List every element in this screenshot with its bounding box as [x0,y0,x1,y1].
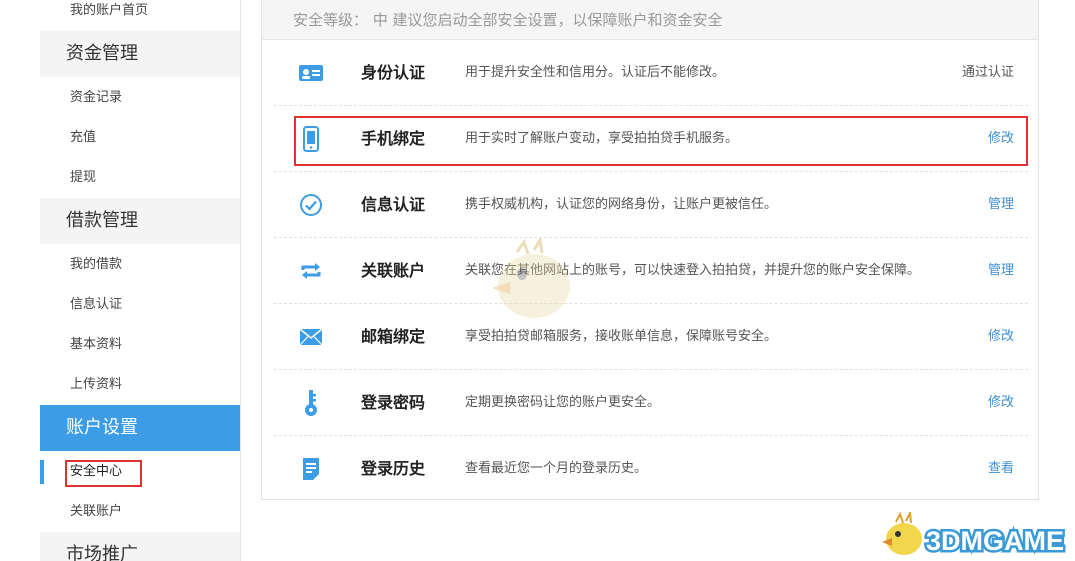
highlight-box-mobile-row [294,116,1028,166]
sidebar-group-account-settings[interactable]: 账户设置 [40,405,240,451]
envelope-icon [298,324,324,350]
sidebar-item-my-loans[interactable]: 我的借款 [40,255,240,275]
sync-arrows-icon [298,258,324,284]
watermark-bird-icon [482,235,582,328]
security-row-login-history: 登录历史 查看最近您一个月的登录历史。 查看 [274,436,1028,502]
sidebar: 我的账户首页 资金管理 资金记录 充值 提现 借款管理 我的借款 信息认证 基本… [40,0,241,561]
security-panel: 安全等级： 中 建议您启动全部安全设置，以保障账户和资金安全 身份认证 用于提升… [261,0,1039,500]
security-row-email: 邮箱绑定 享受拍拍贷邮箱服务，接收账单信息，保障账号安全。 修改 [274,304,1028,370]
sidebar-item-fund-records[interactable]: 资金记录 [40,88,240,108]
security-row-identity: 身份认证 用于提升安全性和信用分。认证后不能修改。 通过认证 [274,40,1028,106]
sidebar-item-account-home[interactable]: 我的账户首页 [40,1,240,21]
security-row-password: 登录密码 定期更换密码让您的账户更安全。 修改 [274,370,1028,436]
document-icon [298,456,324,482]
row-name: 登录密码 [361,393,426,412]
watermark-logo: 3DMGAME [880,509,1070,559]
row-name: 身份认证 [361,63,426,82]
sidebar-item-info-verify[interactable]: 信息认证 [40,295,240,315]
linked-accounts-manage-link[interactable]: 管理 [988,238,1014,304]
row-name: 信息认证 [361,195,426,214]
sidebar-item-basic-info[interactable]: 基本资料 [40,335,240,355]
sidebar-item-upload-info[interactable]: 上传资料 [40,375,240,395]
row-description: 用于提升安全性和信用分。认证后不能修改。 [465,65,726,80]
security-row-info-verify: 信息认证 携手权威机构，认证您的网络身份，让账户更被信任。 管理 [274,172,1028,238]
sidebar-group-funds[interactable]: 资金管理 [40,31,240,77]
sidebar-item-withdraw[interactable]: 提现 [40,168,240,188]
key-icon [298,390,324,416]
row-name: 邮箱绑定 [361,327,426,346]
row-description: 定期更换密码让您的账户更安全。 [465,395,661,410]
row-name: 登录历史 [361,459,426,478]
login-history-view-link[interactable]: 查看 [988,436,1014,502]
sidebar-item-linked-accounts[interactable]: 关联账户 [40,502,240,522]
row-name: 关联账户 [361,261,426,280]
security-level-bar: 安全等级： 中 建议您启动全部安全设置，以保障账户和资金安全 [262,0,1038,40]
watermark-text: 3DMGAME [926,526,1064,556]
info-verify-manage-link[interactable]: 管理 [988,172,1014,238]
id-card-icon [298,60,324,86]
email-modify-link[interactable]: 修改 [988,304,1014,370]
security-row-linked-accounts: 关联账户 关联您在其他网站上的账号，可以快速登入拍拍贷，并提升您的账户安全保障。… [274,238,1028,304]
password-modify-link[interactable]: 修改 [988,370,1014,436]
check-circle-icon [298,192,324,218]
identity-status: 通过认证 [961,65,1014,80]
row-description: 携手权威机构，认证您的网络身份，让账户更被信任。 [465,197,778,212]
sidebar-group-marketing[interactable]: 市场推广 [40,532,240,561]
highlight-box-security-center [65,460,142,487]
sidebar-group-loans[interactable]: 借款管理 [40,198,240,244]
row-description: 查看最近您一个月的登录历史。 [465,461,648,476]
sidebar-item-recharge[interactable]: 充值 [40,128,240,148]
